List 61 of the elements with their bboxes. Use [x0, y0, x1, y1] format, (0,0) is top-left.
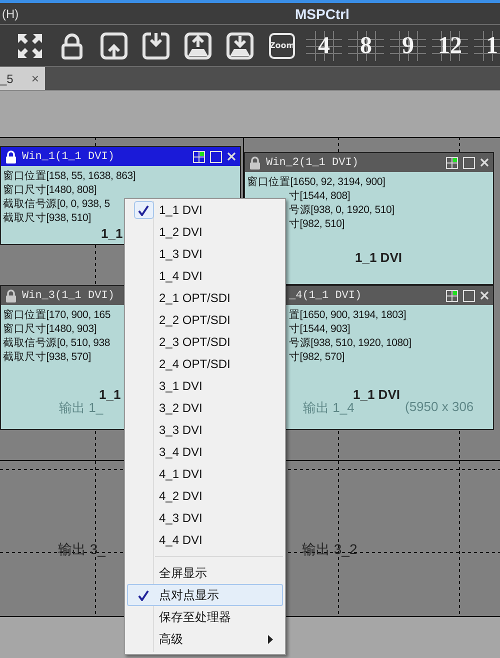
window-info-text: 号源[938, 0, 1920, 510]	[289, 203, 394, 217]
help-menu[interactable]: (H)	[0, 6, 19, 20]
lock-icon	[249, 156, 261, 170]
window-info-text: 寸[1544, 808]	[289, 189, 350, 203]
output-label: 输出 1_4	[303, 400, 354, 417]
window-title: Win_2(1_1 DVI)	[266, 156, 358, 168]
window-info-text: 寸[982, 510]	[289, 217, 345, 231]
window-info-text: 窗口位置[1650, 92, 3194, 900]	[247, 175, 386, 189]
window-info-text: 寸[982, 570]	[289, 350, 345, 364]
layout-grid-button[interactable]: 1	[474, 30, 500, 60]
menu-item[interactable]: 4_4 DVI	[127, 529, 283, 551]
document-tab[interactable]: _5 ×	[0, 67, 45, 90]
menu-item[interactable]: 点对点显示	[127, 584, 283, 606]
close-icon[interactable]	[227, 152, 236, 161]
grid-icon[interactable]	[193, 150, 205, 162]
output-label: 输出 1_	[59, 400, 104, 417]
window-info-text: 号源[938, 510, 1920, 1080]	[289, 336, 412, 350]
lock-icon	[5, 288, 17, 302]
window-info-text: 窗口尺寸[1480, 808]	[3, 183, 97, 197]
output-label: (5950 x 306	[405, 399, 474, 414]
menu-item[interactable]: 高级	[127, 628, 283, 650]
layout-grid-button[interactable]: 9	[390, 30, 426, 60]
source-label: 1_1	[101, 226, 123, 241]
layout-grid-button[interactable]: 8	[348, 30, 384, 60]
close-icon[interactable]	[480, 291, 489, 300]
window-title: MSPCtrl	[295, 6, 350, 22]
menu-item[interactable]: 保存至处理器	[127, 606, 283, 628]
grid-icon[interactable]	[446, 290, 458, 302]
window-title-bar[interactable]: Win_2(1_1 DVI)	[245, 153, 493, 172]
menu-item[interactable]: 4_2 DVI	[127, 485, 283, 507]
menu-item[interactable]: 全屏显示	[127, 562, 283, 584]
window-info-text: 窗口位置[158, 55, 1638, 863]	[3, 169, 136, 183]
menu-item[interactable]: 4_1 DVI	[127, 463, 283, 485]
source-label: 1_1 DVI	[353, 387, 400, 402]
menu-item[interactable]: 4_3 DVI	[127, 507, 283, 529]
tab-close[interactable]: ×	[31, 71, 39, 86]
window-info-text: 置[1650, 900, 3194, 1803]	[289, 308, 406, 322]
layout-grid-button[interactable]: 12	[432, 30, 468, 60]
window-info-text: 截取信号源[0, 0, 938, 5	[3, 197, 110, 211]
window-info-text: 截取尺寸[938, 510]	[3, 211, 91, 225]
window-title-bar[interactable]: Win_1(1_1 DVI)	[1, 147, 240, 166]
window-title: Win_1(1_1 DVI)	[22, 150, 114, 162]
maximize-icon[interactable]	[463, 290, 475, 302]
menu-item[interactable]: 3_4 DVI	[127, 441, 283, 463]
window-info-text: 窗口位置[170, 900, 165	[3, 308, 111, 322]
output-label: 输出 3_2	[302, 541, 358, 559]
window-title: _4(1_1 DVI)	[289, 290, 362, 302]
window-title: Win_3(1_1 DVI)	[22, 290, 114, 302]
maximize-icon[interactable]	[210, 150, 222, 162]
lock-icon	[5, 150, 17, 164]
source-label: 1_1 DVI	[355, 250, 402, 265]
source-label: 1_1	[99, 387, 121, 402]
layout-grid-button[interactable]: 4	[306, 30, 342, 60]
maximize-icon[interactable]	[463, 156, 475, 168]
window-info-text: 寸[1544, 903]	[289, 322, 350, 336]
window-info-text: 截取尺寸[938, 570]	[3, 350, 91, 364]
grid-icon[interactable]	[446, 156, 458, 168]
tab-label: _5	[0, 72, 14, 86]
window-info-text: 窗口尺寸[1480, 903]	[3, 322, 97, 336]
close-icon[interactable]	[480, 158, 489, 167]
window-info-text: 截取信号源[0, 510, 938	[3, 336, 110, 350]
